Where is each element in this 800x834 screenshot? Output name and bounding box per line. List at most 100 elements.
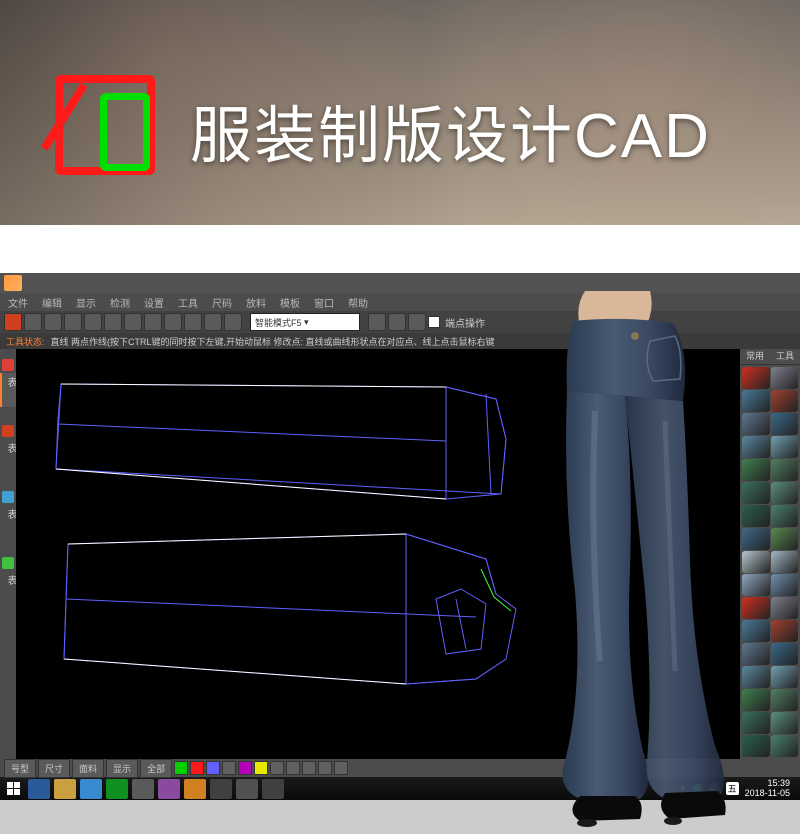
titlebar[interactable]	[0, 273, 800, 293]
bottom-tab-dim[interactable]: 尺寸	[38, 759, 70, 778]
palette-tab-tools[interactable]: 工具	[770, 349, 800, 364]
palette-tool[interactable]	[771, 620, 799, 642]
endpoint-checkbox[interactable]	[428, 316, 440, 328]
palette-tool[interactable]	[771, 643, 799, 665]
taskbar-icon[interactable]	[80, 779, 102, 799]
color-swatch-yellow[interactable]	[254, 761, 268, 775]
menu-window[interactable]: 窗口	[314, 295, 334, 310]
palette-tool[interactable]	[742, 413, 770, 435]
menu-template[interactable]: 模板	[280, 295, 300, 310]
drawing-canvas[interactable]	[16, 349, 740, 759]
palette-tool[interactable]	[771, 390, 799, 412]
palette-tool[interactable]	[771, 597, 799, 619]
toolbar-button[interactable]	[164, 313, 182, 331]
start-button[interactable]	[4, 779, 24, 799]
toolbar-button[interactable]	[124, 313, 142, 331]
palette-tool[interactable]	[771, 712, 799, 734]
palette-tool[interactable]	[742, 597, 770, 619]
toolbar-button[interactable]	[184, 313, 202, 331]
toolbar-button[interactable]	[224, 313, 242, 331]
system-tray[interactable]: ∧ ⬤ 🔊 五 15:39 2018-11-05	[680, 779, 790, 799]
color-swatch[interactable]	[302, 761, 316, 775]
toolbar-button[interactable]	[104, 313, 122, 331]
taskbar-icon[interactable]	[28, 779, 50, 799]
palette-tool[interactable]	[771, 551, 799, 573]
palette-tool[interactable]	[771, 482, 799, 504]
toolbar-button[interactable]	[204, 313, 222, 331]
toolbar-button[interactable]	[388, 313, 406, 331]
menu-tools[interactable]: 工具	[178, 295, 198, 310]
palette-tool[interactable]	[771, 735, 799, 757]
taskbar-icon[interactable]	[236, 779, 258, 799]
bottom-tab-display[interactable]: 显示	[106, 759, 138, 778]
color-swatch-red[interactable]	[190, 761, 204, 775]
taskbar-icon[interactable]	[106, 779, 128, 799]
toolbar-button[interactable]	[408, 313, 426, 331]
toolbar-button[interactable]	[84, 313, 102, 331]
toolbar-button[interactable]	[64, 313, 82, 331]
taskbar-icon[interactable]	[184, 779, 206, 799]
palette-tool[interactable]	[771, 459, 799, 481]
taskbar-icon[interactable]	[132, 779, 154, 799]
palette-tool[interactable]	[742, 712, 770, 734]
palette-tool[interactable]	[742, 735, 770, 757]
menu-inspect[interactable]: 检测	[110, 295, 130, 310]
color-swatch[interactable]	[286, 761, 300, 775]
menu-file[interactable]: 文件	[8, 295, 28, 310]
taskbar-icon[interactable]	[210, 779, 232, 799]
toolbar-button[interactable]	[24, 313, 42, 331]
windows-taskbar: ∧ ⬤ 🔊 五 15:39 2018-11-05	[0, 777, 800, 800]
palette-tool[interactable]	[771, 505, 799, 527]
palette-tool[interactable]	[742, 528, 770, 550]
color-swatch[interactable]	[334, 761, 348, 775]
palette-tool[interactable]	[771, 689, 799, 711]
palette-tool[interactable]	[771, 528, 799, 550]
color-swatch[interactable]	[318, 761, 332, 775]
toolbar-button[interactable]	[368, 313, 386, 331]
clock[interactable]: 15:39 2018-11-05	[745, 779, 790, 799]
palette-tool[interactable]	[742, 689, 770, 711]
color-swatch-green[interactable]	[174, 761, 188, 775]
menu-view[interactable]: 显示	[76, 295, 96, 310]
palette-tool[interactable]	[742, 505, 770, 527]
bottom-tab-all[interactable]: 全部	[140, 759, 172, 778]
taskbar-icon[interactable]	[158, 779, 180, 799]
palette-tool[interactable]	[742, 643, 770, 665]
toolbar-button[interactable]	[144, 313, 162, 331]
palette-tool[interactable]	[742, 551, 770, 573]
tray-icon[interactable]: ⬤	[692, 783, 702, 794]
menu-help[interactable]: 帮助	[348, 295, 368, 310]
mode-dropdown[interactable]: 智能模式F5 ▾	[250, 313, 360, 331]
taskbar-icon[interactable]	[262, 779, 284, 799]
toolbar-button[interactable]	[4, 313, 22, 331]
palette-tool[interactable]	[742, 482, 770, 504]
tray-icon[interactable]: 🔊	[708, 783, 719, 794]
menu-edit[interactable]: 编辑	[42, 295, 62, 310]
color-swatch-gray[interactable]	[222, 761, 236, 775]
toolbar-button[interactable]	[44, 313, 62, 331]
palette-tool[interactable]	[771, 666, 799, 688]
palette-tool[interactable]	[771, 367, 799, 389]
tray-icon[interactable]: ∧	[680, 783, 687, 794]
palette-tool[interactable]	[771, 413, 799, 435]
bottom-tab-fabric[interactable]: 面料	[72, 759, 104, 778]
ime-icon[interactable]: 五	[726, 782, 739, 795]
palette-tool[interactable]	[742, 574, 770, 596]
bottom-tab-size[interactable]: 号型	[4, 759, 36, 778]
color-swatch-magenta[interactable]	[238, 761, 252, 775]
palette-tool[interactable]	[771, 436, 799, 458]
palette-tool[interactable]	[742, 367, 770, 389]
color-swatch[interactable]	[270, 761, 284, 775]
palette-tool[interactable]	[742, 620, 770, 642]
menu-size[interactable]: 尺码	[212, 295, 232, 310]
color-swatch-blue[interactable]	[206, 761, 220, 775]
palette-tab-common[interactable]: 常用	[740, 349, 770, 364]
taskbar-icon[interactable]	[54, 779, 76, 799]
menu-material[interactable]: 放料	[246, 295, 266, 310]
palette-tool[interactable]	[742, 666, 770, 688]
palette-tool[interactable]	[771, 574, 799, 596]
palette-tool[interactable]	[742, 390, 770, 412]
menu-settings[interactable]: 设置	[144, 295, 164, 310]
palette-tool[interactable]	[742, 459, 770, 481]
palette-tool[interactable]	[742, 436, 770, 458]
